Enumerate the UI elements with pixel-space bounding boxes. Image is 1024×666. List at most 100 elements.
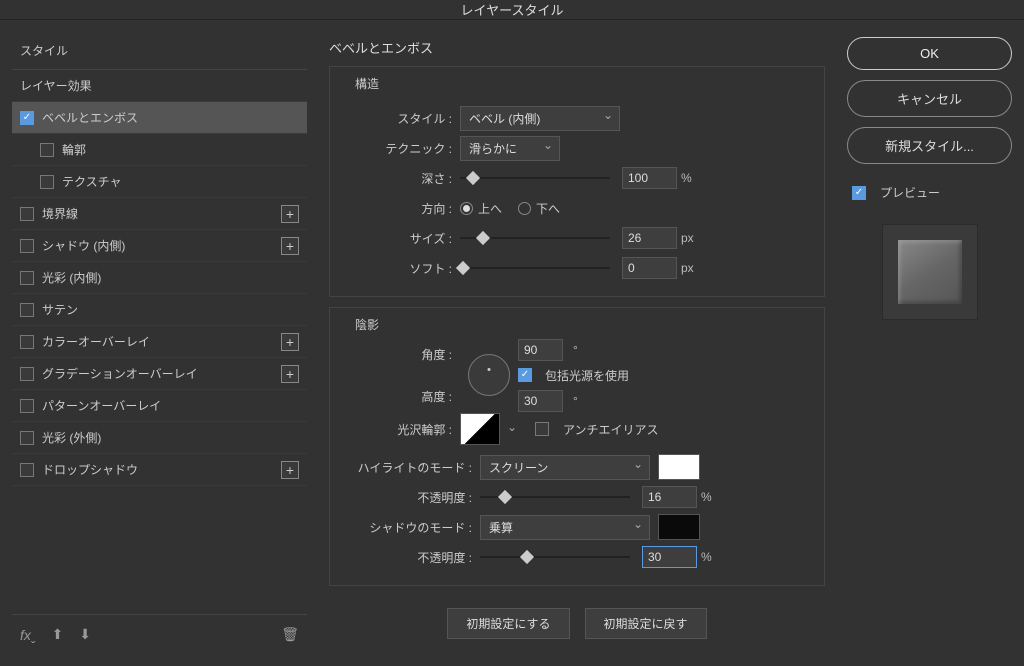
depth-label: 深さ : bbox=[345, 170, 460, 187]
gloss-contour-picker[interactable] bbox=[460, 413, 500, 445]
altitude-label: 高度 : bbox=[345, 388, 452, 405]
style-item-color-overlay[interactable]: カラーオーバーレイ + bbox=[12, 326, 307, 358]
pattern-overlay-checkbox[interactable] bbox=[20, 399, 34, 413]
gradient-overlay-checkbox[interactable] bbox=[20, 367, 34, 381]
style-value: ベベル (内側) bbox=[469, 110, 540, 127]
global-light-label: 包括光源を使用 bbox=[545, 367, 629, 384]
fx-icon[interactable]: fxˬ bbox=[20, 627, 36, 643]
make-default-button[interactable]: 初期設定にする bbox=[447, 608, 569, 639]
angle-altitude-row: 角度 : 高度 : ° 包括光源を使用 bbox=[345, 347, 809, 403]
depth-slider[interactable] bbox=[460, 177, 610, 179]
direction-up-radio[interactable]: 上へ bbox=[460, 200, 502, 217]
highlight-color-swatch[interactable] bbox=[658, 454, 700, 480]
contour-label: 輪郭 bbox=[62, 141, 299, 158]
add-inner-shadow-button[interactable]: + bbox=[281, 237, 299, 255]
new-style-button[interactable]: 新規スタイル... bbox=[847, 127, 1012, 164]
style-item-texture[interactable]: テクスチャ bbox=[12, 166, 307, 198]
highlight-opacity-slider[interactable] bbox=[480, 496, 630, 498]
add-drop-shadow-button[interactable]: + bbox=[281, 461, 299, 479]
style-item-pattern-overlay[interactable]: パターンオーバーレイ bbox=[12, 390, 307, 422]
style-item-outer-glow[interactable]: 光彩 (外側) bbox=[12, 422, 307, 454]
inner-glow-checkbox[interactable] bbox=[20, 271, 34, 285]
style-item-stroke[interactable]: 境界線 + bbox=[12, 198, 307, 230]
soften-input[interactable] bbox=[622, 257, 677, 279]
trash-icon[interactable]: 🗑 bbox=[281, 626, 299, 643]
depth-input[interactable] bbox=[622, 167, 677, 189]
panel-title: ベベルとエンボス bbox=[329, 32, 825, 63]
highlight-opacity-unit: % bbox=[701, 490, 712, 504]
add-color-overlay-button[interactable]: + bbox=[281, 333, 299, 351]
inner-shadow-checkbox[interactable] bbox=[20, 239, 34, 253]
shadow-color-swatch[interactable] bbox=[658, 514, 700, 540]
add-stroke-button[interactable]: + bbox=[281, 205, 299, 223]
altitude-unit: ° bbox=[573, 394, 578, 408]
style-dropdown[interactable]: ベベル (内側) bbox=[460, 106, 620, 131]
highlight-mode-row: ハイライトのモード : スクリーン bbox=[345, 455, 809, 479]
soften-slider[interactable] bbox=[460, 267, 610, 269]
style-item-satin[interactable]: サテン bbox=[12, 294, 307, 326]
cancel-button[interactable]: キャンセル bbox=[847, 80, 1012, 117]
reset-default-button[interactable]: 初期設定に戻す bbox=[585, 608, 707, 639]
preview-toggle[interactable]: プレビュー bbox=[847, 179, 1012, 206]
depth-unit: % bbox=[681, 171, 692, 185]
content-area: スタイル レイヤー効果 ベベルとエンボス 輪郭 テクスチャ bbox=[0, 20, 1024, 666]
angle-label: 角度 : bbox=[345, 346, 452, 363]
stroke-checkbox[interactable] bbox=[20, 207, 34, 221]
structure-fieldset: 構造 スタイル : ベベル (内側) テクニック : 滑らかに 深さ : bbox=[329, 66, 825, 297]
move-down-icon[interactable]: ⬇ bbox=[79, 626, 91, 643]
color-overlay-checkbox[interactable] bbox=[20, 335, 34, 349]
technique-dropdown[interactable]: 滑らかに bbox=[460, 136, 560, 161]
technique-value: 滑らかに bbox=[469, 140, 517, 157]
soften-label: ソフト : bbox=[345, 260, 460, 277]
global-light-checkbox[interactable] bbox=[518, 368, 532, 382]
outer-glow-checkbox[interactable] bbox=[20, 431, 34, 445]
technique-label: テクニック : bbox=[345, 140, 460, 157]
antialias-checkbox[interactable] bbox=[535, 422, 549, 436]
shadow-mode-dropdown[interactable]: 乗算 bbox=[480, 515, 650, 540]
highlight-mode-value: スクリーン bbox=[489, 459, 548, 476]
style-item-inner-shadow[interactable]: シャドウ (内側) + bbox=[12, 230, 307, 262]
contour-checkbox[interactable] bbox=[40, 143, 54, 157]
style-item-contour[interactable]: 輪郭 bbox=[12, 134, 307, 166]
highlight-mode-label: ハイライトのモード : bbox=[345, 459, 480, 476]
drop-shadow-checkbox[interactable] bbox=[20, 463, 34, 477]
size-slider[interactable] bbox=[460, 237, 610, 239]
highlight-opacity-input[interactable] bbox=[642, 486, 697, 508]
altitude-input[interactable] bbox=[518, 390, 563, 412]
structure-title: 構造 bbox=[350, 75, 384, 92]
outer-glow-label: 光彩 (外側) bbox=[42, 429, 299, 446]
style-item-inner-glow[interactable]: 光彩 (内側) bbox=[12, 262, 307, 294]
shadow-mode-value: 乗算 bbox=[489, 519, 513, 536]
texture-checkbox[interactable] bbox=[40, 175, 54, 189]
bevel-emboss-checkbox[interactable] bbox=[20, 111, 34, 125]
shadow-opacity-row: 不透明度 : % bbox=[345, 545, 809, 569]
angle-dial[interactable] bbox=[468, 354, 510, 396]
size-unit: px bbox=[681, 231, 694, 245]
style-item-layer-effects[interactable]: レイヤー効果 bbox=[12, 70, 307, 102]
shadow-opacity-slider[interactable] bbox=[480, 556, 630, 558]
shadow-mode-row: シャドウのモード : 乗算 bbox=[345, 515, 809, 539]
shading-title: 陰影 bbox=[350, 316, 384, 333]
direction-label: 方向 : bbox=[345, 200, 460, 217]
move-up-icon[interactable]: ⬆ bbox=[52, 626, 64, 643]
add-gradient-overlay-button[interactable]: + bbox=[281, 365, 299, 383]
style-label: スタイル : bbox=[345, 110, 460, 127]
angle-input[interactable] bbox=[518, 339, 563, 361]
size-input[interactable] bbox=[622, 227, 677, 249]
style-item-gradient-overlay[interactable]: グラデーションオーバーレイ + bbox=[12, 358, 307, 390]
preview-checkbox[interactable] bbox=[852, 186, 866, 200]
satin-checkbox[interactable] bbox=[20, 303, 34, 317]
styles-header: スタイル bbox=[12, 32, 307, 70]
direction-down-radio[interactable]: 下へ bbox=[518, 200, 560, 217]
layer-style-dialog: レイヤースタイル スタイル レイヤー効果 ベベルとエンボス 輪郭 テ bbox=[0, 0, 1024, 638]
style-item-bevel-emboss[interactable]: ベベルとエンボス bbox=[12, 102, 307, 134]
preview-box bbox=[882, 224, 978, 320]
style-item-drop-shadow[interactable]: ドロップシャドウ + bbox=[12, 454, 307, 486]
technique-row: テクニック : 滑らかに bbox=[345, 136, 809, 160]
ok-button[interactable]: OK bbox=[847, 37, 1012, 70]
shading-fieldset: 陰影 角度 : 高度 : ° 包括光源を使用 bbox=[329, 307, 825, 586]
highlight-opacity-label: 不透明度 : bbox=[345, 489, 480, 506]
shadow-opacity-input[interactable] bbox=[642, 546, 697, 568]
highlight-mode-dropdown[interactable]: スクリーン bbox=[480, 455, 650, 480]
gloss-contour-label: 光沢輪郭 : bbox=[345, 421, 460, 438]
